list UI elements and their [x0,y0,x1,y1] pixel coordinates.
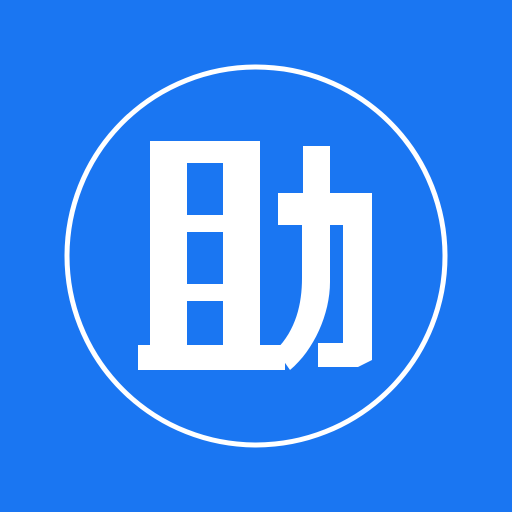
app-icon-graphic [0,0,512,512]
app-icon[interactable] [0,0,512,512]
